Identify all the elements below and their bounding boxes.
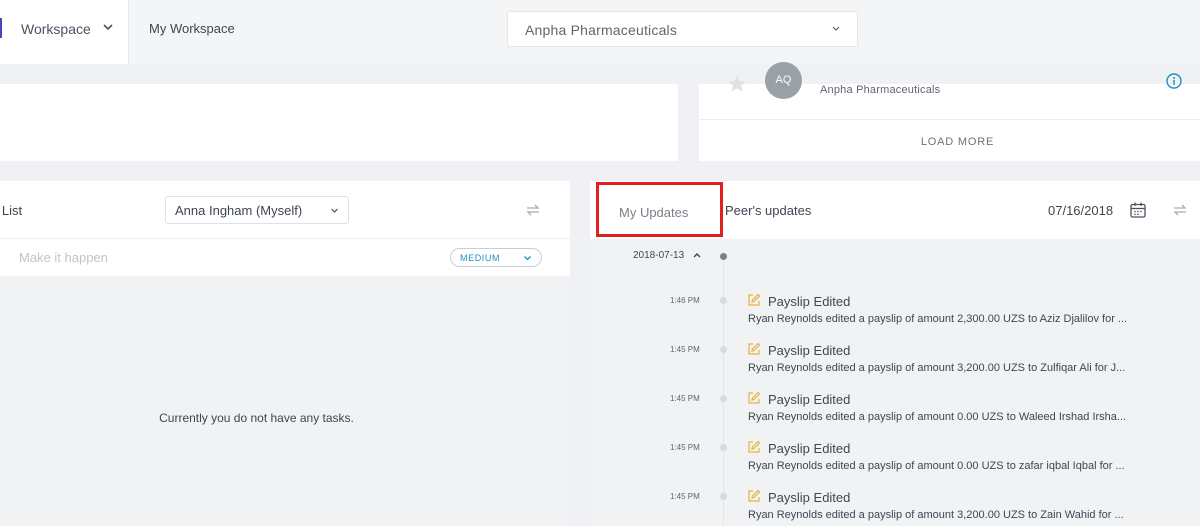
chevron-down-icon[interactable]: [101, 20, 115, 34]
entry-time: 1:46 PM: [670, 296, 700, 305]
chevron-down-icon: [331, 208, 338, 213]
company-select[interactable]: Anpha Pharmaceuticals: [507, 11, 858, 47]
timeline-entry[interactable]: 1:45 PM Payslip Edited Ryan Reynolds edite…: [590, 439, 1200, 479]
timeline-entry[interactable]: 1:45 PM Payslip Edited Ryan Reynolds edite…: [590, 341, 1200, 381]
edit-icon: [748, 489, 761, 502]
entry-description: Ryan Reynolds edited a payslip of amount…: [748, 313, 1128, 325]
chevron-down-icon: [524, 256, 531, 261]
entry-description: Ryan Reynolds edited a payslip of amount…: [748, 362, 1126, 374]
todo-header: o List Anna Ingham (Myself): [0, 181, 570, 239]
timeline-entry[interactable]: 1:45 PM Payslip Edited Ryan Reynolds edite…: [590, 390, 1200, 430]
edit-icon: [748, 440, 761, 453]
entry-title: Payslip Edited: [768, 343, 851, 358]
timeline-dot: [720, 395, 727, 402]
edit-icon: [748, 293, 761, 306]
user-select-value: Anna Ingham (Myself): [175, 203, 303, 218]
avatar-initials: AQ: [775, 74, 792, 86]
timeline-entry[interactable]: 1:45 PM Payslip Edited Ryan Reynolds edite…: [590, 488, 1200, 526]
person-company: Anpha Pharmaceuticals: [820, 84, 941, 96]
todo-panel: o List Anna Ingham (Myself) Make it happ…: [0, 181, 570, 526]
avatar: AQ: [765, 62, 802, 99]
timeline-entry[interactable]: 1:46 PM Payslip Edited Ryan Reynolds edite…: [590, 292, 1200, 332]
entry-time: 1:45 PM: [670, 492, 700, 501]
divider: [699, 119, 1200, 120]
task-input-row: Make it happen MEDIUM: [0, 239, 570, 276]
date-value[interactable]: 07/16/2018: [1048, 203, 1113, 218]
edit-icon: [748, 391, 761, 404]
entry-time: 1:45 PM: [670, 345, 700, 354]
tab-my-updates[interactable]: My Updates: [596, 182, 723, 237]
entry-title: Payslip Edited: [768, 294, 851, 309]
tab-peer-updates[interactable]: Peer's updates: [725, 203, 811, 218]
updates-header: My Updates Peer's updates 07/16/2018: [590, 181, 1200, 239]
entry-title: Payslip Edited: [768, 441, 851, 456]
entry-title: Payslip Edited: [768, 490, 851, 505]
workspace-tab[interactable]: Workspace: [0, 0, 129, 64]
timeline-dot: [720, 297, 727, 304]
user-select[interactable]: Anna Ingham (Myself): [165, 196, 349, 224]
priority-value: MEDIUM: [460, 253, 501, 263]
load-more-button[interactable]: LOAD MORE: [699, 136, 1200, 148]
timeline-dot: [720, 346, 727, 353]
timeline-group-dot: [720, 253, 727, 260]
upper-left-card: [0, 84, 678, 161]
chevron-down-icon: [832, 26, 840, 31]
tab-my-updates-label: My Updates: [619, 205, 689, 220]
edit-icon: [748, 342, 761, 355]
entry-time: 1:45 PM: [670, 394, 700, 403]
task-input[interactable]: Make it happen: [19, 250, 108, 265]
star-icon[interactable]: [727, 74, 747, 94]
calendar-icon[interactable]: [1129, 201, 1147, 219]
entry-description: Ryan Reynolds edited a payslip of amount…: [748, 411, 1127, 423]
updates-panel: My Updates Peer's updates 07/16/2018 201…: [590, 181, 1200, 526]
refresh-icon[interactable]: [524, 201, 542, 219]
timeline-dot: [720, 444, 727, 451]
todo-title: o List: [0, 203, 23, 218]
timeline-dot: [720, 493, 727, 500]
workspace-label: Workspace: [21, 21, 91, 37]
chevron-up-icon[interactable]: [692, 251, 702, 259]
workspace-accent: [0, 18, 2, 38]
refresh-icon[interactable]: [1171, 201, 1189, 219]
company-select-value: Anpha Pharmaceuticals: [525, 22, 678, 38]
timeline-group-date: 2018-07-13: [633, 250, 685, 261]
empty-tasks-message: Currently you do not have any tasks.: [159, 411, 354, 425]
entry-title: Payslip Edited: [768, 392, 851, 407]
entry-description: Ryan Reynolds edited a payslip of amount…: [748, 460, 1125, 472]
info-icon[interactable]: [1165, 72, 1183, 90]
entry-description: Ryan Reynolds edited a payslip of amount…: [748, 509, 1124, 521]
entry-time: 1:45 PM: [670, 443, 700, 452]
breadcrumb[interactable]: My Workspace: [149, 21, 235, 36]
top-bar: Workspace My Workspace Anpha Pharmaceuti…: [0, 0, 1200, 64]
priority-select[interactable]: MEDIUM: [450, 248, 542, 267]
